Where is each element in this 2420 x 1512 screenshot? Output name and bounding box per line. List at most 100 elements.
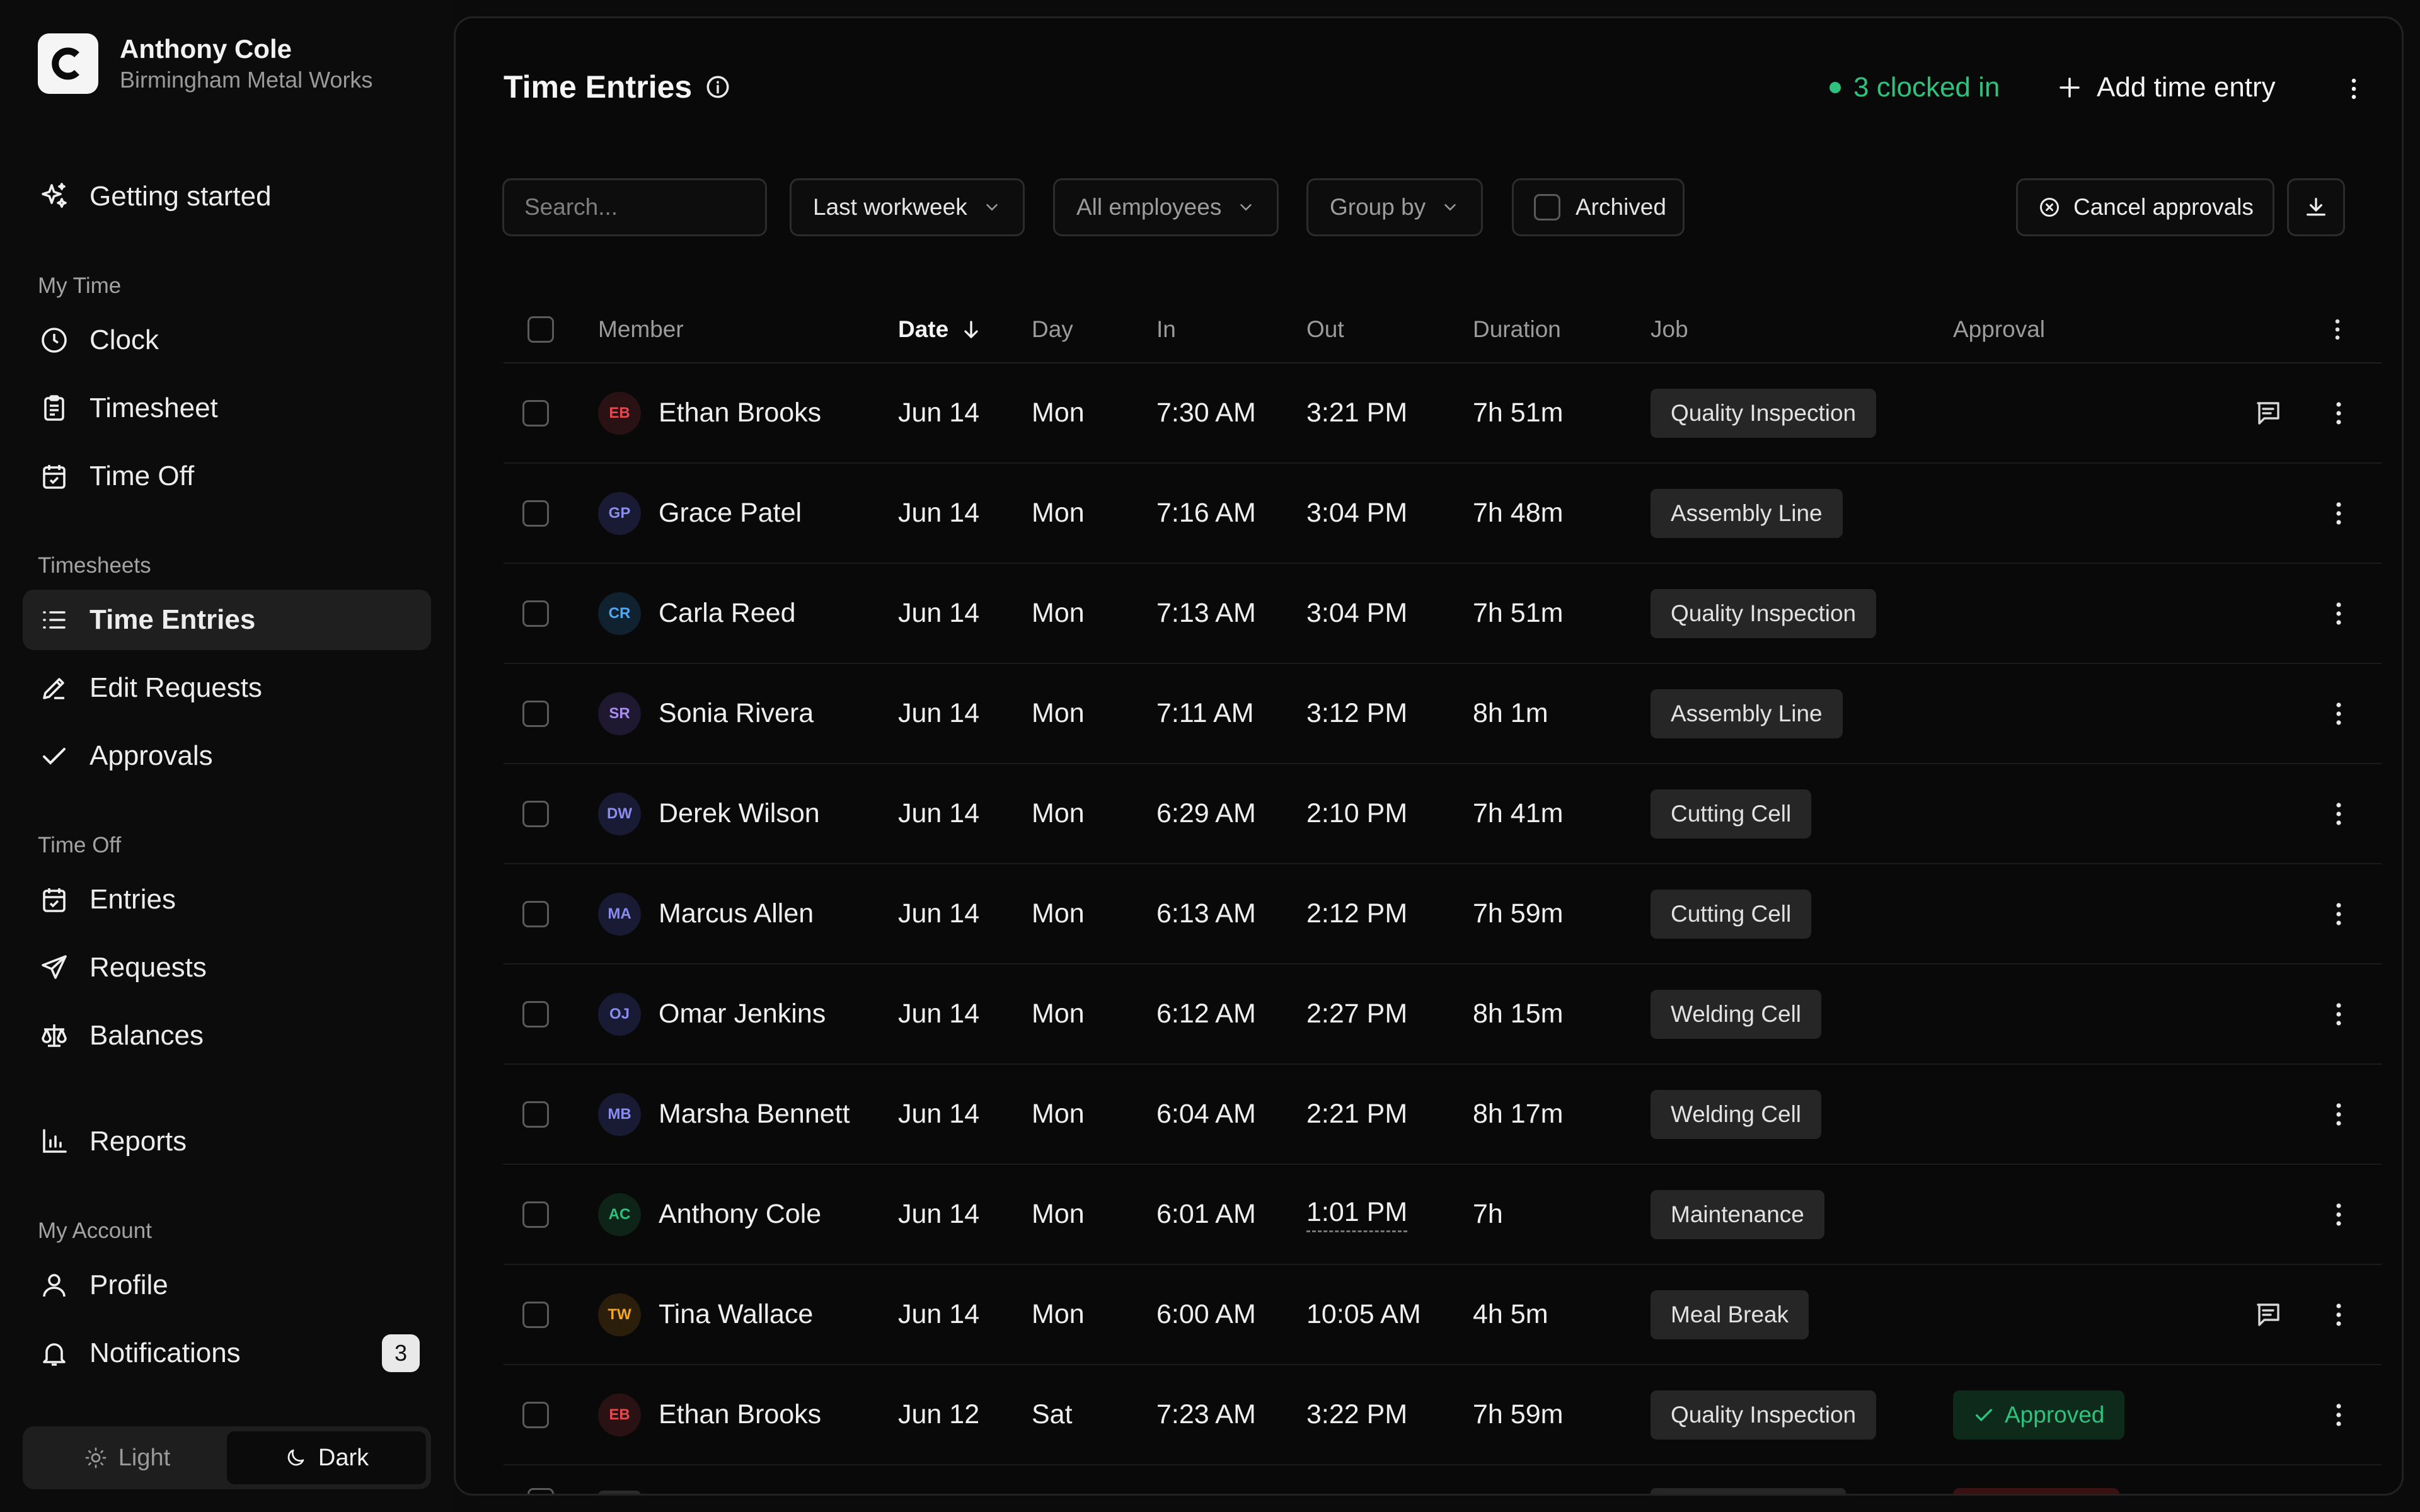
row-checkbox[interactable]: [522, 1201, 549, 1228]
table-row[interactable]: OJ Omar Jenkins Jun 14 Mon 6:12 AM 2:27 …: [504, 965, 2382, 1065]
job-tag[interactable]: Cutting Cell: [1651, 789, 1812, 839]
out-time-cell[interactable]: 2:10 PM: [1306, 764, 1407, 863]
archived-checkbox[interactable]: [1534, 194, 1560, 220]
job-tag[interactable]: Meal Break: [1651, 1290, 1809, 1339]
row-checkbox[interactable]: [522, 700, 549, 727]
job-tag[interactable]: Assembly Line: [1651, 689, 1843, 738]
out-time-cell[interactable]: 3:04 PM: [1306, 564, 1407, 663]
job-tag[interactable]: Welding Cell: [1651, 989, 1822, 1039]
job-tag[interactable]: Quality Inspection: [1651, 1390, 1877, 1440]
theme-light-option[interactable]: Light: [28, 1431, 227, 1484]
job-tag[interactable]: Quality Inspection: [1651, 388, 1877, 438]
note-cell[interactable]: [2253, 1265, 2283, 1364]
in-time-cell[interactable]: 6:29 AM: [1156, 764, 1256, 863]
row-checkbox[interactable]: [522, 800, 549, 827]
sidebar-item-approvals[interactable]: Approvals: [23, 726, 431, 786]
row-more-button[interactable]: [2324, 664, 2354, 763]
columns-menu-button[interactable]: [2324, 295, 2351, 364]
out-time-cell[interactable]: 3:21 PM: [1306, 364, 1407, 462]
download-button[interactable]: [2287, 178, 2345, 236]
column-day[interactable]: Day: [1032, 295, 1073, 364]
row-checkbox[interactable]: [522, 1301, 549, 1328]
out-time-cell[interactable]: 2:12 PM: [1306, 864, 1407, 963]
sidebar-item-reports[interactable]: Reports: [23, 1111, 431, 1172]
in-time-cell[interactable]: 6:00 AM: [1156, 1265, 1256, 1364]
row-checkbox[interactable]: [522, 900, 549, 927]
job-tag[interactable]: Assembly Line: [1651, 488, 1843, 538]
table-row[interactable]: EB Ethan Brooks Jun 12 Sat 7:23 AM 3:22 …: [504, 1365, 2382, 1465]
row-more-button[interactable]: [2324, 1265, 2354, 1364]
org-switcher[interactable]: Anthony Cole Birmingham Metal Works: [38, 33, 372, 94]
table-row[interactable]: SR Sonia Rivera Jun 14 Mon 7:11 AM 3:12 …: [504, 664, 2382, 764]
theme-toggle[interactable]: Light Dark: [23, 1426, 431, 1489]
row-checkbox[interactable]: [522, 1101, 549, 1128]
table-row[interactable]: TW Tina Wallace Jun 14 Mon 6:00 AM 10:05…: [504, 1265, 2382, 1365]
sidebar-item-notifications[interactable]: Notifications 3: [23, 1323, 431, 1383]
column-member[interactable]: Member: [598, 295, 684, 364]
table-row[interactable]: EB Ethan Brooks Jun 14 Mon 7:30 AM 3:21 …: [504, 364, 2382, 464]
sidebar-item-clock[interactable]: Clock: [23, 310, 431, 370]
row-more-button[interactable]: [2324, 1065, 2354, 1164]
row-checkbox[interactable]: [522, 500, 549, 527]
approval-status-badge[interactable]: Approved: [1953, 1390, 2125, 1440]
sidebar-item-getting-started[interactable]: Getting started: [23, 166, 431, 227]
column-job[interactable]: Job: [1651, 295, 1688, 364]
note-icon[interactable]: [2253, 398, 2283, 428]
sidebar-item-entries[interactable]: Entries: [23, 869, 431, 930]
in-time-cell[interactable]: 7:23 AM: [1156, 1365, 1256, 1464]
in-time-cell[interactable]: 6:12 AM: [1156, 965, 1256, 1063]
row-checkbox[interactable]: [522, 1000, 549, 1028]
out-time-cell[interactable]: 10:05 AM: [1306, 1265, 1421, 1364]
clocked-in-indicator[interactable]: 3 clocked in: [1829, 69, 2000, 106]
column-in[interactable]: In: [1156, 295, 1176, 364]
row-checkbox[interactable]: [522, 1401, 549, 1428]
note-cell[interactable]: [2253, 364, 2283, 462]
group-by-select[interactable]: Group by: [1306, 178, 1484, 236]
in-time-cell[interactable]: 7:13 AM: [1156, 564, 1256, 663]
in-time-cell[interactable]: 7:11 AM: [1156, 664, 1254, 763]
column-duration[interactable]: Duration: [1473, 295, 1561, 364]
job-tag[interactable]: Quality Inspection: [1651, 588, 1877, 638]
in-time-cell[interactable]: 6:04 AM: [1156, 1065, 1256, 1164]
select-all-checkbox[interactable]: [527, 316, 554, 343]
info-icon[interactable]: [705, 74, 731, 100]
in-time-cell[interactable]: 6:13 AM: [1156, 864, 1256, 963]
job-tag[interactable]: Cutting Cell: [1651, 889, 1812, 939]
out-time-cell[interactable]: 3:12 PM: [1306, 664, 1407, 763]
row-more-button[interactable]: [2324, 1165, 2354, 1264]
in-time-cell[interactable]: 6:01 AM: [1156, 1165, 1256, 1264]
date-range-select[interactable]: Last workweek: [790, 178, 1025, 236]
add-time-entry-button[interactable]: Add time entry: [2056, 64, 2276, 112]
out-time-cell[interactable]: 1:01 PM: [1306, 1165, 1408, 1264]
in-time-cell[interactable]: 7:16 AM: [1156, 464, 1256, 563]
column-out[interactable]: Out: [1306, 295, 1344, 364]
page-more-button[interactable]: [2337, 71, 2370, 106]
table-row[interactable]: GP Grace Patel Jun 14 Mon 7:16 AM 3:04 P…: [504, 464, 2382, 564]
out-time-cell[interactable]: 3:22 PM: [1306, 1365, 1407, 1464]
sidebar-item-requests[interactable]: Requests: [23, 937, 431, 998]
job-tag[interactable]: Maintenance: [1651, 1189, 1824, 1239]
sidebar-item-profile[interactable]: Profile: [23, 1255, 431, 1315]
row-checkbox[interactable]: [522, 600, 549, 627]
row-more-button[interactable]: [2324, 464, 2354, 563]
row-more-button[interactable]: [2324, 564, 2354, 663]
table-row[interactable]: AC Anthony Cole Jun 14 Mon 6:01 AM 1:01 …: [504, 1165, 2382, 1265]
table-row[interactable]: MA Marcus Allen Jun 14 Mon 6:13 AM 2:12 …: [504, 864, 2382, 965]
column-approval[interactable]: Approval: [1953, 295, 2045, 364]
row-more-button[interactable]: [2324, 1365, 2354, 1464]
table-row[interactable]: MB Marsha Bennett Jun 14 Mon 6:04 AM 2:2…: [504, 1065, 2382, 1165]
sidebar-item-time-off[interactable]: Time Off: [23, 446, 431, 507]
sidebar-item-timesheet[interactable]: Timesheet: [23, 378, 431, 438]
note-icon[interactable]: [2253, 1300, 2283, 1330]
employees-select[interactable]: All employees: [1053, 178, 1279, 236]
out-time-cell[interactable]: 2:21 PM: [1306, 1065, 1407, 1164]
search-input[interactable]: Search...: [502, 178, 767, 236]
row-checkbox[interactable]: [527, 1488, 554, 1494]
out-time-cell[interactable]: 3:04 PM: [1306, 464, 1407, 563]
sidebar-item-time-entries[interactable]: Time Entries: [23, 590, 431, 650]
row-checkbox[interactable]: [522, 399, 549, 427]
row-more-button[interactable]: [2324, 965, 2354, 1063]
column-date[interactable]: Date: [898, 295, 982, 364]
table-row[interactable]: CR Carla Reed Jun 14 Mon 7:13 AM 3:04 PM…: [504, 564, 2382, 664]
row-more-button[interactable]: [2324, 864, 2354, 963]
